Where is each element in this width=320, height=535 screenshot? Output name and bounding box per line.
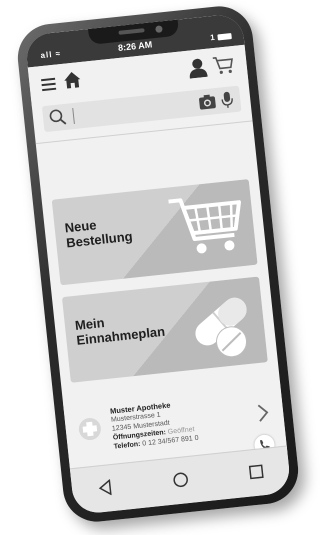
- microphone-icon[interactable]: [220, 90, 234, 109]
- cart-icon[interactable]: [212, 54, 236, 76]
- pills-icon: [195, 297, 248, 358]
- pharmacy-logo-icon: [78, 418, 101, 441]
- phone-label: Telefon:: [113, 440, 141, 451]
- speaker-grill: [118, 28, 145, 35]
- new-order-card[interactable]: Neue Bestellung: [51, 179, 258, 286]
- search-icon: [49, 109, 67, 125]
- menu-icon[interactable]: [41, 77, 57, 94]
- text-cursor: [72, 108, 75, 125]
- home-icon[interactable]: [62, 70, 82, 90]
- camera-icon[interactable]: [198, 93, 218, 111]
- recent-apps-icon[interactable]: [248, 464, 264, 480]
- battery-icon: [217, 32, 232, 41]
- home-nav-icon[interactable]: [172, 471, 190, 489]
- battery-label: 1: [209, 32, 216, 43]
- shopping-cart-icon: [168, 198, 241, 254]
- front-camera: [155, 25, 163, 33]
- intake-plan-card[interactable]: Mein Einnahmeplan: [61, 276, 268, 383]
- chevron-right-icon[interactable]: [256, 402, 270, 423]
- back-icon[interactable]: [97, 479, 113, 496]
- pharmacy-info: Muster Apotheke Musterstrasse 1 12345 Mu…: [110, 398, 199, 452]
- phone-mockup: all ≈ 8:26 AM 1 Neue Bestellung Mein Ein…: [14, 3, 302, 525]
- user-icon[interactable]: [188, 57, 208, 79]
